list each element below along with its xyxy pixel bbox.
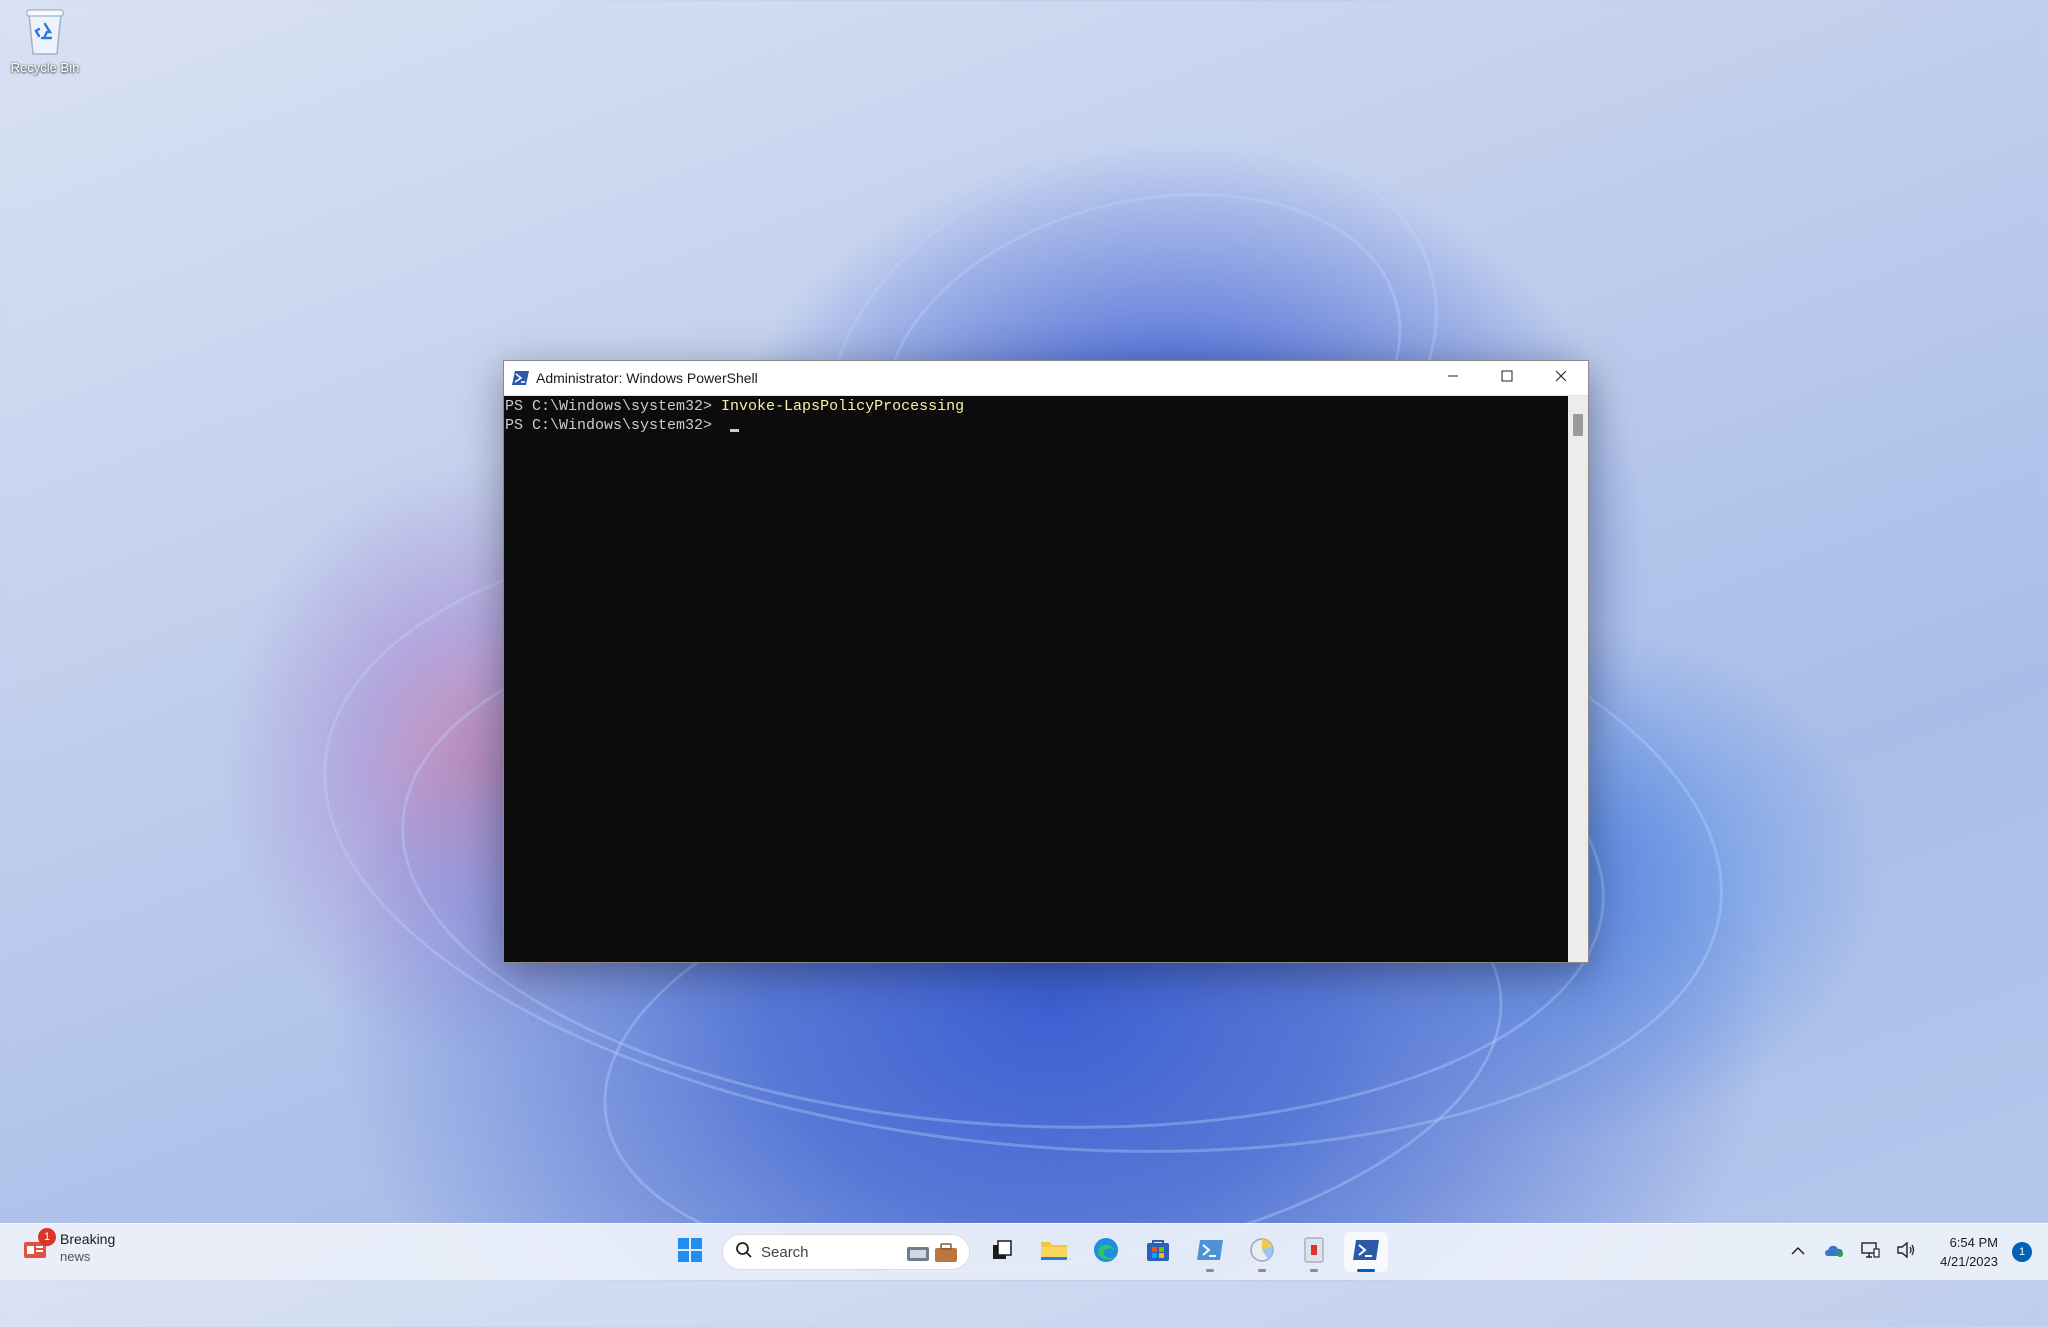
network-button[interactable] [1852, 1232, 1888, 1272]
console-line: PS C:\Windows\system32> [505, 416, 1567, 435]
task-view-button[interactable] [980, 1232, 1024, 1272]
event-viewer-button[interactable] [1292, 1232, 1336, 1272]
store-button[interactable] [1136, 1232, 1180, 1272]
vertical-scrollbar[interactable] [1568, 396, 1588, 962]
task-view-icon [990, 1238, 1014, 1267]
maximize-icon [1501, 369, 1513, 387]
control-panel-button[interactable] [1240, 1232, 1284, 1272]
desktop-icon-recycle-bin[interactable]: Recycle Bin [6, 6, 84, 75]
widget-title: Breaking [60, 1231, 116, 1247]
clock-date: 4/21/2023 [1940, 1254, 1998, 1269]
event-viewer-icon [1302, 1236, 1326, 1269]
close-button[interactable] [1534, 361, 1588, 395]
widget-subtitle: news [60, 1249, 91, 1264]
console-line: PS C:\Windows\system32> Invoke-LapsPolic… [505, 397, 1567, 416]
powershell-icon [512, 369, 530, 387]
powershell-button[interactable] [1344, 1232, 1388, 1272]
close-icon [1555, 369, 1567, 387]
console-prompt: PS C:\Windows\system32> [505, 417, 722, 434]
chevron-up-icon [1791, 1243, 1805, 1261]
minimize-button[interactable] [1426, 361, 1480, 395]
onedrive-icon [1823, 1242, 1845, 1263]
desktop-icon-label: Recycle Bin [10, 60, 80, 75]
powershell-window[interactable]: Administrator: Windows PowerShell PS C:\… [503, 360, 1589, 963]
search-icon [735, 1241, 753, 1264]
onedrive-button[interactable] [1816, 1232, 1852, 1272]
maximize-button[interactable] [1480, 361, 1534, 395]
windows-start-icon [677, 1237, 703, 1268]
powershell-icon [1352, 1238, 1380, 1267]
taskbar-clock[interactable]: 6:54 PM 4/21/2023 [1940, 1233, 1998, 1271]
volume-button[interactable] [1888, 1232, 1924, 1272]
news-widget[interactable]: 1 Breaking news [22, 1228, 116, 1266]
notification-count-badge[interactable]: 1 [2012, 1242, 2032, 1262]
control-panel-icon [1248, 1236, 1276, 1269]
title-bar[interactable]: Administrator: Windows PowerShell [504, 361, 1588, 396]
network-icon [1860, 1241, 1880, 1264]
console-output[interactable]: PS C:\Windows\system32> Invoke-LapsPolic… [504, 396, 1568, 962]
taskbar-search[interactable]: Search [722, 1234, 970, 1270]
scrollbar-thumb[interactable] [1573, 414, 1583, 436]
store-icon [1145, 1237, 1171, 1268]
search-placeholder: Search [761, 1243, 809, 1261]
system-tray: 6:54 PM 4/21/2023 1 [1780, 1224, 2048, 1280]
powershell-ise-icon [1196, 1238, 1224, 1267]
recycle-bin-icon [23, 6, 67, 56]
widget-badge: 1 [38, 1228, 56, 1246]
window-title: Administrator: Windows PowerShell [536, 370, 758, 386]
console-command: Invoke-LapsPolicyProcessing [721, 398, 965, 415]
edge-icon [1092, 1236, 1120, 1269]
edge-button[interactable] [1084, 1232, 1128, 1272]
news-widget-icon: 1 [22, 1228, 56, 1262]
minimize-icon [1447, 369, 1459, 387]
file-explorer-button[interactable] [1032, 1232, 1076, 1272]
start-button[interactable] [668, 1232, 712, 1272]
taskbar: 1 Breaking news Search 6:54 PM 4/21/2023… [0, 1223, 2048, 1280]
text-cursor [730, 429, 740, 432]
search-highlight-icon [903, 1239, 963, 1272]
folder-icon [1040, 1238, 1068, 1267]
powershell-ise-button[interactable] [1188, 1232, 1232, 1272]
console-prompt: PS C:\Windows\system32> [505, 398, 722, 415]
clock-time: 6:54 PM [1949, 1235, 1998, 1250]
volume-icon [1896, 1241, 1916, 1264]
show-hidden-icons-button[interactable] [1780, 1232, 1816, 1272]
